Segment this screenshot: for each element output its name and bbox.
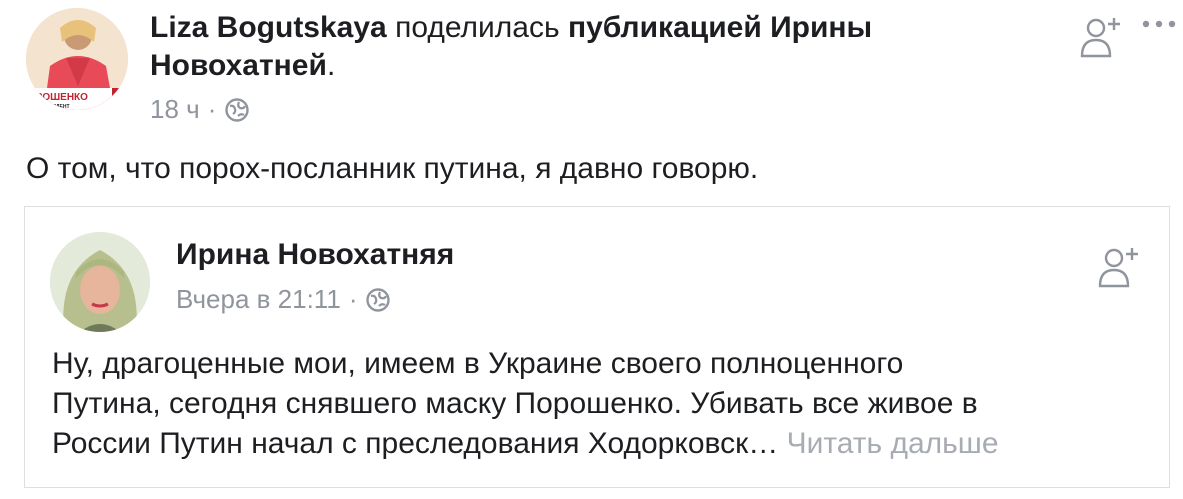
globe-icon[interactable] xyxy=(365,287,391,313)
author-name-link[interactable]: Liza Bogutskaya xyxy=(150,11,387,44)
add-friend-icon[interactable] xyxy=(1078,14,1124,60)
shared-text-line-3-body: России Путин начал с преследования Ходор… xyxy=(52,427,779,460)
shared-post-meta: Вчера в 21:11 · xyxy=(176,284,391,315)
shared-author-name[interactable]: Ирина Новохатняя xyxy=(176,238,454,272)
meta-separator: · xyxy=(207,94,217,124)
add-friend-icon[interactable] xyxy=(1096,244,1142,290)
post-header: Liza Bogutskaya поделилась публикацией И… xyxy=(150,10,872,46)
avatar-badge-sub: Й ПРЕЗИДЕНТ xyxy=(34,102,70,110)
shared-post-text: Ну, драгоценные мои, имеем в Украине сво… xyxy=(52,344,1152,464)
more-options-icon[interactable] xyxy=(1138,12,1180,36)
post-timestamp[interactable]: 18 ч xyxy=(150,94,200,125)
shared-object-link-2[interactable]: Новохатней xyxy=(150,49,327,82)
avatar-photo: ОРОШЕНКО Й ПРЕЗИДЕНТ xyxy=(26,8,128,110)
action-text: поделилась xyxy=(395,11,560,44)
see-more-link[interactable]: Читать дальше xyxy=(787,427,999,460)
shared-object-link[interactable]: публикацией Ирины xyxy=(568,11,872,44)
post-meta: 18 ч · xyxy=(150,94,250,125)
author-avatar[interactable]: ОРОШЕНКО Й ПРЕЗИДЕНТ xyxy=(26,8,128,110)
shared-text-line-1: Ну, драгоценные мои, имеем в Украине сво… xyxy=(52,347,904,380)
header-period: . xyxy=(326,49,336,82)
shared-avatar-photo xyxy=(50,232,150,332)
shared-author-avatar[interactable] xyxy=(50,232,150,332)
shared-text-line-2: Путина, сегодня снявшего маску Порошенко… xyxy=(52,387,978,420)
globe-icon[interactable] xyxy=(224,97,250,123)
shared-text-line-3: России Путин начал с преследования Ходор… xyxy=(52,424,1152,464)
post-header-line2: Новохатней. xyxy=(150,48,335,84)
shared-post-timestamp[interactable]: Вчера в 21:11 xyxy=(176,284,341,315)
avatar-badge-text: ОРОШЕНКО xyxy=(28,92,88,103)
post-text: О том, что порох-посланник путина, я дав… xyxy=(26,152,759,185)
shared-meta-separator: · xyxy=(348,284,358,314)
